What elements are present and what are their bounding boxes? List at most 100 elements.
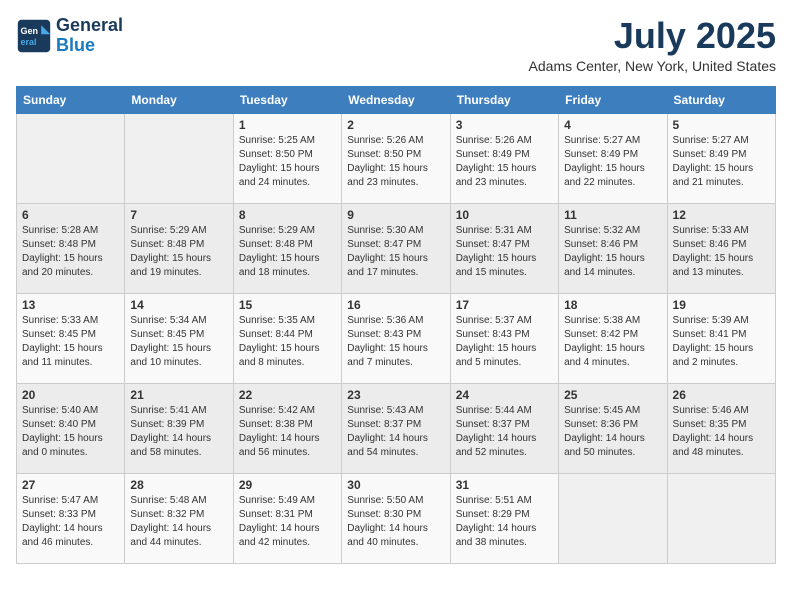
weekday-header: Thursday bbox=[450, 86, 558, 113]
day-info: Sunrise: 5:28 AM Sunset: 8:48 PM Dayligh… bbox=[22, 224, 119, 280]
day-number: 23 bbox=[347, 388, 444, 402]
calendar-cell: 10 Sunrise: 5:31 AM Sunset: 8:47 PM Dayli… bbox=[450, 203, 558, 293]
day-number: 4 bbox=[564, 118, 661, 132]
weekday-header: Wednesday bbox=[342, 86, 450, 113]
day-number: 9 bbox=[347, 208, 444, 222]
title-block: July 2025 Adams Center, New York, United… bbox=[529, 16, 776, 74]
calendar-cell: 24 Sunrise: 5:44 AM Sunset: 8:37 PM Dayli… bbox=[450, 383, 558, 473]
calendar-cell: 31 Sunrise: 5:51 AM Sunset: 8:29 PM Dayli… bbox=[450, 473, 558, 563]
day-number: 5 bbox=[673, 118, 770, 132]
weekday-header: Monday bbox=[125, 86, 233, 113]
day-number: 13 bbox=[22, 298, 119, 312]
calendar-cell: 27Sunrise: 5:47 AM Sunset: 8:33 PM Dayli… bbox=[17, 473, 125, 563]
day-info: Sunrise: 5:44 AM Sunset: 8:37 PM Dayligh… bbox=[456, 404, 553, 460]
day-info: Sunrise: 5:40 AM Sunset: 8:40 PM Dayligh… bbox=[22, 404, 119, 460]
day-number: 30 bbox=[347, 478, 444, 492]
calendar-cell: 6Sunrise: 5:28 AM Sunset: 8:48 PM Daylig… bbox=[17, 203, 125, 293]
calendar-week-row: 20 Sunrise: 5:40 AM Sunset: 8:40 PM Dayli… bbox=[17, 383, 776, 473]
day-info: Sunrise: 5:37 AM Sunset: 8:43 PM Dayligh… bbox=[456, 314, 553, 370]
logo-line2: Blue bbox=[56, 35, 95, 55]
calendar-cell: 1 Sunrise: 5:25 AM Sunset: 8:50 PM Daylig… bbox=[233, 113, 341, 203]
calendar-cell: 28 Sunrise: 5:48 AM Sunset: 8:32 PM Dayli… bbox=[125, 473, 233, 563]
day-number: 22 bbox=[239, 388, 336, 402]
calendar-cell: 23 Sunrise: 5:43 AM Sunset: 8:37 PM Dayli… bbox=[342, 383, 450, 473]
day-info: Sunrise: 5:29 AM Sunset: 8:48 PM Dayligh… bbox=[239, 224, 336, 280]
day-number: 2 bbox=[347, 118, 444, 132]
day-number: 3 bbox=[456, 118, 553, 132]
day-info: Sunrise: 5:33 AM Sunset: 8:46 PM Dayligh… bbox=[673, 224, 770, 280]
calendar-cell: 16 Sunrise: 5:36 AM Sunset: 8:43 PM Dayli… bbox=[342, 293, 450, 383]
logo-icon: Gen eral bbox=[16, 18, 52, 54]
logo-text: General Blue bbox=[56, 16, 123, 56]
calendar-week-row: 27Sunrise: 5:47 AM Sunset: 8:33 PM Dayli… bbox=[17, 473, 776, 563]
day-number: 10 bbox=[456, 208, 553, 222]
day-info: Sunrise: 5:49 AM Sunset: 8:31 PM Dayligh… bbox=[239, 494, 336, 550]
day-info: Sunrise: 5:47 AM Sunset: 8:33 PM Dayligh… bbox=[22, 494, 119, 550]
day-number: 19 bbox=[673, 298, 770, 312]
day-info: Sunrise: 5:50 AM Sunset: 8:30 PM Dayligh… bbox=[347, 494, 444, 550]
day-info: Sunrise: 5:26 AM Sunset: 8:49 PM Dayligh… bbox=[456, 134, 553, 190]
calendar-week-row: 13Sunrise: 5:33 AM Sunset: 8:45 PM Dayli… bbox=[17, 293, 776, 383]
day-info: Sunrise: 5:27 AM Sunset: 8:49 PM Dayligh… bbox=[673, 134, 770, 190]
day-number: 25 bbox=[564, 388, 661, 402]
calendar-cell bbox=[667, 473, 775, 563]
day-number: 16 bbox=[347, 298, 444, 312]
calendar-cell bbox=[125, 113, 233, 203]
day-info: Sunrise: 5:43 AM Sunset: 8:37 PM Dayligh… bbox=[347, 404, 444, 460]
day-number: 15 bbox=[239, 298, 336, 312]
day-number: 26 bbox=[673, 388, 770, 402]
day-number: 11 bbox=[564, 208, 661, 222]
svg-text:Gen: Gen bbox=[21, 26, 39, 36]
calendar-cell: 9 Sunrise: 5:30 AM Sunset: 8:47 PM Daylig… bbox=[342, 203, 450, 293]
weekday-header: Sunday bbox=[17, 86, 125, 113]
day-number: 1 bbox=[239, 118, 336, 132]
calendar-cell: 3 Sunrise: 5:26 AM Sunset: 8:49 PM Daylig… bbox=[450, 113, 558, 203]
day-info: Sunrise: 5:31 AM Sunset: 8:47 PM Dayligh… bbox=[456, 224, 553, 280]
day-info: Sunrise: 5:45 AM Sunset: 8:36 PM Dayligh… bbox=[564, 404, 661, 460]
day-info: Sunrise: 5:51 AM Sunset: 8:29 PM Dayligh… bbox=[456, 494, 553, 550]
calendar-cell: 14Sunrise: 5:34 AM Sunset: 8:45 PM Dayli… bbox=[125, 293, 233, 383]
calendar-cell: 2Sunrise: 5:26 AM Sunset: 8:50 PM Daylig… bbox=[342, 113, 450, 203]
day-info: Sunrise: 5:32 AM Sunset: 8:46 PM Dayligh… bbox=[564, 224, 661, 280]
day-info: Sunrise: 5:30 AM Sunset: 8:47 PM Dayligh… bbox=[347, 224, 444, 280]
calendar-week-row: 6Sunrise: 5:28 AM Sunset: 8:48 PM Daylig… bbox=[17, 203, 776, 293]
day-info: Sunrise: 5:27 AM Sunset: 8:49 PM Dayligh… bbox=[564, 134, 661, 190]
calendar-cell: 26Sunrise: 5:46 AM Sunset: 8:35 PM Dayli… bbox=[667, 383, 775, 473]
header-row: SundayMondayTuesdayWednesdayThursdayFrid… bbox=[17, 86, 776, 113]
day-number: 12 bbox=[673, 208, 770, 222]
day-info: Sunrise: 5:34 AM Sunset: 8:45 PM Dayligh… bbox=[130, 314, 227, 370]
day-number: 28 bbox=[130, 478, 227, 492]
calendar-cell: 8Sunrise: 5:29 AM Sunset: 8:48 PM Daylig… bbox=[233, 203, 341, 293]
calendar-cell: 22 Sunrise: 5:42 AM Sunset: 8:38 PM Dayli… bbox=[233, 383, 341, 473]
day-number: 24 bbox=[456, 388, 553, 402]
logo: Gen eral General Blue bbox=[16, 16, 123, 56]
day-info: Sunrise: 5:29 AM Sunset: 8:48 PM Dayligh… bbox=[130, 224, 227, 280]
day-info: Sunrise: 5:48 AM Sunset: 8:32 PM Dayligh… bbox=[130, 494, 227, 550]
logo-line1: General bbox=[56, 15, 123, 35]
location: Adams Center, New York, United States bbox=[529, 58, 776, 74]
month-title: July 2025 bbox=[529, 16, 776, 56]
calendar-cell: 30 Sunrise: 5:50 AM Sunset: 8:30 PM Dayli… bbox=[342, 473, 450, 563]
day-number: 17 bbox=[456, 298, 553, 312]
day-number: 31 bbox=[456, 478, 553, 492]
day-info: Sunrise: 5:25 AM Sunset: 8:50 PM Dayligh… bbox=[239, 134, 336, 190]
day-number: 29 bbox=[239, 478, 336, 492]
day-info: Sunrise: 5:38 AM Sunset: 8:42 PM Dayligh… bbox=[564, 314, 661, 370]
calendar-cell: 7 Sunrise: 5:29 AM Sunset: 8:48 PM Daylig… bbox=[125, 203, 233, 293]
calendar-cell: 5 Sunrise: 5:27 AM Sunset: 8:49 PM Daylig… bbox=[667, 113, 775, 203]
day-number: 20 bbox=[22, 388, 119, 402]
day-number: 18 bbox=[564, 298, 661, 312]
calendar-cell: 11 Sunrise: 5:32 AM Sunset: 8:46 PM Dayli… bbox=[559, 203, 667, 293]
day-number: 7 bbox=[130, 208, 227, 222]
calendar-cell: 20 Sunrise: 5:40 AM Sunset: 8:40 PM Dayli… bbox=[17, 383, 125, 473]
calendar-cell: 19 Sunrise: 5:39 AM Sunset: 8:41 PM Dayli… bbox=[667, 293, 775, 383]
page-header: Gen eral General Blue July 2025 Adams Ce… bbox=[16, 16, 776, 74]
calendar-cell: 25 Sunrise: 5:45 AM Sunset: 8:36 PM Dayli… bbox=[559, 383, 667, 473]
day-info: Sunrise: 5:42 AM Sunset: 8:38 PM Dayligh… bbox=[239, 404, 336, 460]
day-info: Sunrise: 5:36 AM Sunset: 8:43 PM Dayligh… bbox=[347, 314, 444, 370]
day-number: 21 bbox=[130, 388, 227, 402]
calendar-week-row: 1 Sunrise: 5:25 AM Sunset: 8:50 PM Daylig… bbox=[17, 113, 776, 203]
calendar-cell: 18 Sunrise: 5:38 AM Sunset: 8:42 PM Dayli… bbox=[559, 293, 667, 383]
day-info: Sunrise: 5:39 AM Sunset: 8:41 PM Dayligh… bbox=[673, 314, 770, 370]
calendar-cell: 12 Sunrise: 5:33 AM Sunset: 8:46 PM Dayli… bbox=[667, 203, 775, 293]
